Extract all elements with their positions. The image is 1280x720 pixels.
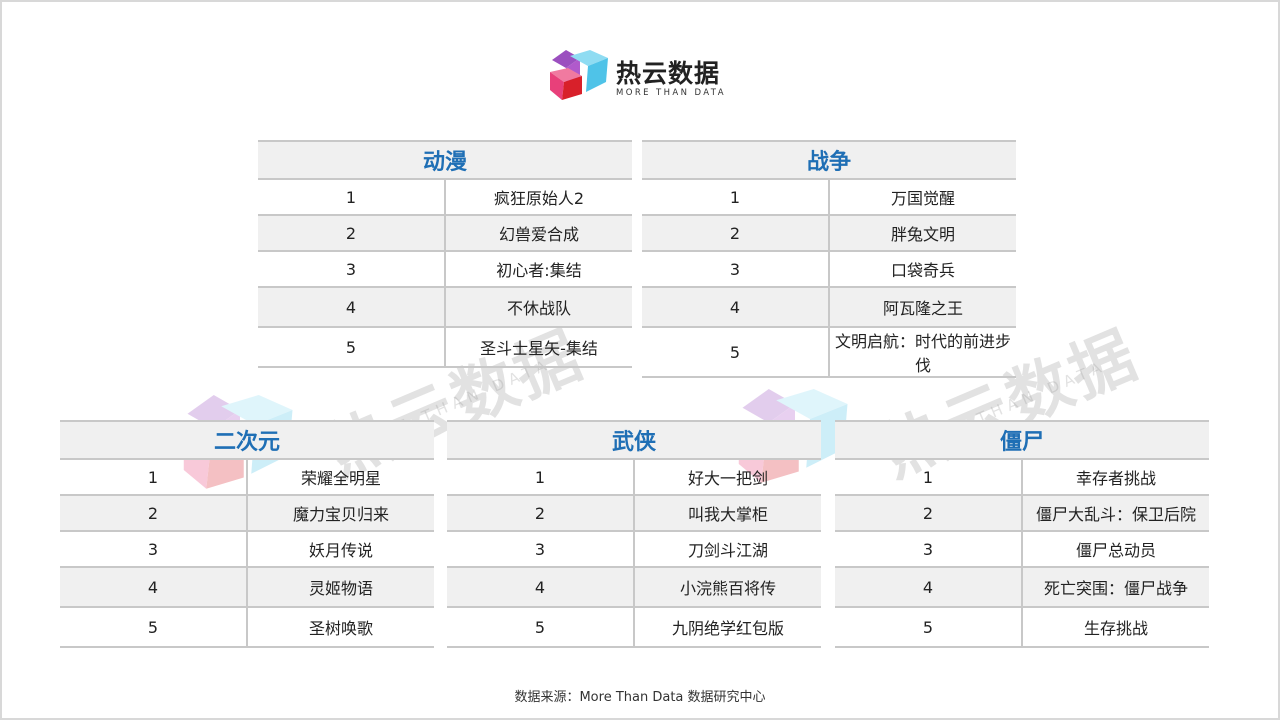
table-row: 4 死亡突围：僵尸战争 xyxy=(835,567,1209,608)
game-name-cell: 圣树唤歌 xyxy=(247,607,434,648)
table-row: 3 僵尸总动员 xyxy=(835,531,1209,568)
rank-cell: 4 xyxy=(258,287,446,328)
game-name-cell: 叫我大掌柜 xyxy=(634,495,821,532)
table-anime: 动漫 1 疯狂原始人2 2 幻兽爱合成 3 初心者:集结 4 不休战队 5 圣斗士星矢-集… xyxy=(258,140,632,368)
table-title: 动漫 xyxy=(258,140,632,180)
game-name-cell: 圣斗士星矢-集结 xyxy=(445,327,632,368)
table-row: 4 阿瓦隆之王 xyxy=(642,287,1016,328)
table-row: 5 圣树唤歌 xyxy=(60,607,434,648)
table-row: 1 万国觉醒 xyxy=(642,179,1016,216)
game-name-cell: 疯狂原始人2 xyxy=(445,179,632,216)
table-title: 武侠 xyxy=(447,420,821,460)
table-row: 2 叫我大掌柜 xyxy=(447,495,821,532)
table-title: 二次元 xyxy=(60,420,434,460)
table-wuxia: 武侠 1 好大一把剑 2 叫我大掌柜 3 刀剑斗江湖 4 小浣熊百将传 5 九阴绝学红包版 xyxy=(447,420,821,648)
rank-cell: 4 xyxy=(447,567,635,608)
table-row: 1 荣耀全明星 xyxy=(60,459,434,496)
table-row: 2 魔力宝贝归来 xyxy=(60,495,434,532)
game-name-cell: 僵尸总动员 xyxy=(1022,531,1209,568)
game-name-cell: 魔力宝贝归来 xyxy=(247,495,434,532)
table-row: 4 小浣熊百将传 xyxy=(447,567,821,608)
rank-cell: 4 xyxy=(642,287,830,328)
game-name-cell: 好大一把剑 xyxy=(634,459,821,496)
table-row: 1 幸存者挑战 xyxy=(835,459,1209,496)
rank-cell: 5 xyxy=(258,327,446,368)
table-row: 2 幻兽爱合成 xyxy=(258,215,632,252)
table-row: 5 圣斗士星矢-集结 xyxy=(258,327,632,368)
brand-tagline: MORE THAN DATA xyxy=(616,88,726,98)
table-row: 2 僵尸大乱斗：保卫后院 xyxy=(835,495,1209,532)
rank-cell: 5 xyxy=(642,327,830,378)
game-name-cell: 不休战队 xyxy=(445,287,632,328)
rank-cell: 2 xyxy=(60,495,248,532)
brand-logo: 热云数据 MORE THAN DATA xyxy=(548,46,738,106)
game-name-cell: 口袋奇兵 xyxy=(829,251,1016,288)
game-name-cell: 幻兽爱合成 xyxy=(445,215,632,252)
table-row: 5 生存挑战 xyxy=(835,607,1209,648)
table-title: 僵尸 xyxy=(835,420,1209,460)
rank-cell: 4 xyxy=(60,567,248,608)
table-row: 2 胖兔文明 xyxy=(642,215,1016,252)
game-name-cell: 万国觉醒 xyxy=(829,179,1016,216)
table-row: 1 疯狂原始人2 xyxy=(258,179,632,216)
table-row: 1 好大一把剑 xyxy=(447,459,821,496)
rank-cell: 1 xyxy=(60,459,248,496)
rank-cell: 5 xyxy=(447,607,635,648)
table-row: 5 文明启航：时代的前进步伐 xyxy=(642,327,1016,378)
table-row: 3 妖月传说 xyxy=(60,531,434,568)
cube-logo-icon xyxy=(550,50,608,100)
table-row: 3 初心者:集结 xyxy=(258,251,632,288)
rank-cell: 2 xyxy=(642,215,830,252)
game-name-cell: 荣耀全明星 xyxy=(247,459,434,496)
table-title: 战争 xyxy=(642,140,1016,180)
rank-cell: 3 xyxy=(258,251,446,288)
table-zombie: 僵尸 1 幸存者挑战 2 僵尸大乱斗：保卫后院 3 僵尸总动员 4 死亡突围：僵尸战争 … xyxy=(835,420,1209,648)
rank-cell: 5 xyxy=(60,607,248,648)
rank-cell: 1 xyxy=(835,459,1023,496)
rank-cell: 2 xyxy=(447,495,635,532)
table-war: 战争 1 万国觉醒 2 胖兔文明 3 口袋奇兵 4 阿瓦隆之王 5 文明启航：时代的前进步… xyxy=(642,140,1016,378)
game-name-cell: 灵姬物语 xyxy=(247,567,434,608)
game-name-cell: 文明启航：时代的前进步伐 xyxy=(829,327,1016,378)
game-name-cell: 死亡突围：僵尸战争 xyxy=(1022,567,1209,608)
rank-cell: 4 xyxy=(835,567,1023,608)
game-name-cell: 僵尸大乱斗：保卫后院 xyxy=(1022,495,1209,532)
game-name-cell: 阿瓦隆之王 xyxy=(829,287,1016,328)
rank-cell: 1 xyxy=(258,179,446,216)
game-name-cell: 胖兔文明 xyxy=(829,215,1016,252)
table-row: 4 不休战队 xyxy=(258,287,632,328)
game-name-cell: 幸存者挑战 xyxy=(1022,459,1209,496)
data-source-note: 数据来源：More Than Data 数据研究中心 xyxy=(514,690,766,705)
rank-cell: 5 xyxy=(835,607,1023,648)
rank-cell: 3 xyxy=(60,531,248,568)
rank-cell: 3 xyxy=(642,251,830,288)
game-name-cell: 初心者:集结 xyxy=(445,251,632,288)
rank-cell: 2 xyxy=(835,495,1023,532)
game-name-cell: 小浣熊百将传 xyxy=(634,567,821,608)
brand-name: 热云数据 xyxy=(616,59,721,88)
rank-cell: 1 xyxy=(642,179,830,216)
table-row: 3 刀剑斗江湖 xyxy=(447,531,821,568)
game-name-cell: 九阴绝学红包版 xyxy=(634,607,821,648)
rank-cell: 1 xyxy=(447,459,635,496)
game-name-cell: 生存挑战 xyxy=(1022,607,1209,648)
table-row: 4 灵姬物语 xyxy=(60,567,434,608)
rank-cell: 2 xyxy=(258,215,446,252)
game-name-cell: 妖月传说 xyxy=(247,531,434,568)
table-row: 5 九阴绝学红包版 xyxy=(447,607,821,648)
table-anime-2d: 二次元 1 荣耀全明星 2 魔力宝贝归来 3 妖月传说 4 灵姬物语 5 圣树唤歌 xyxy=(60,420,434,648)
rank-cell: 3 xyxy=(447,531,635,568)
game-name-cell: 刀剑斗江湖 xyxy=(634,531,821,568)
rank-cell: 3 xyxy=(835,531,1023,568)
table-row: 3 口袋奇兵 xyxy=(642,251,1016,288)
